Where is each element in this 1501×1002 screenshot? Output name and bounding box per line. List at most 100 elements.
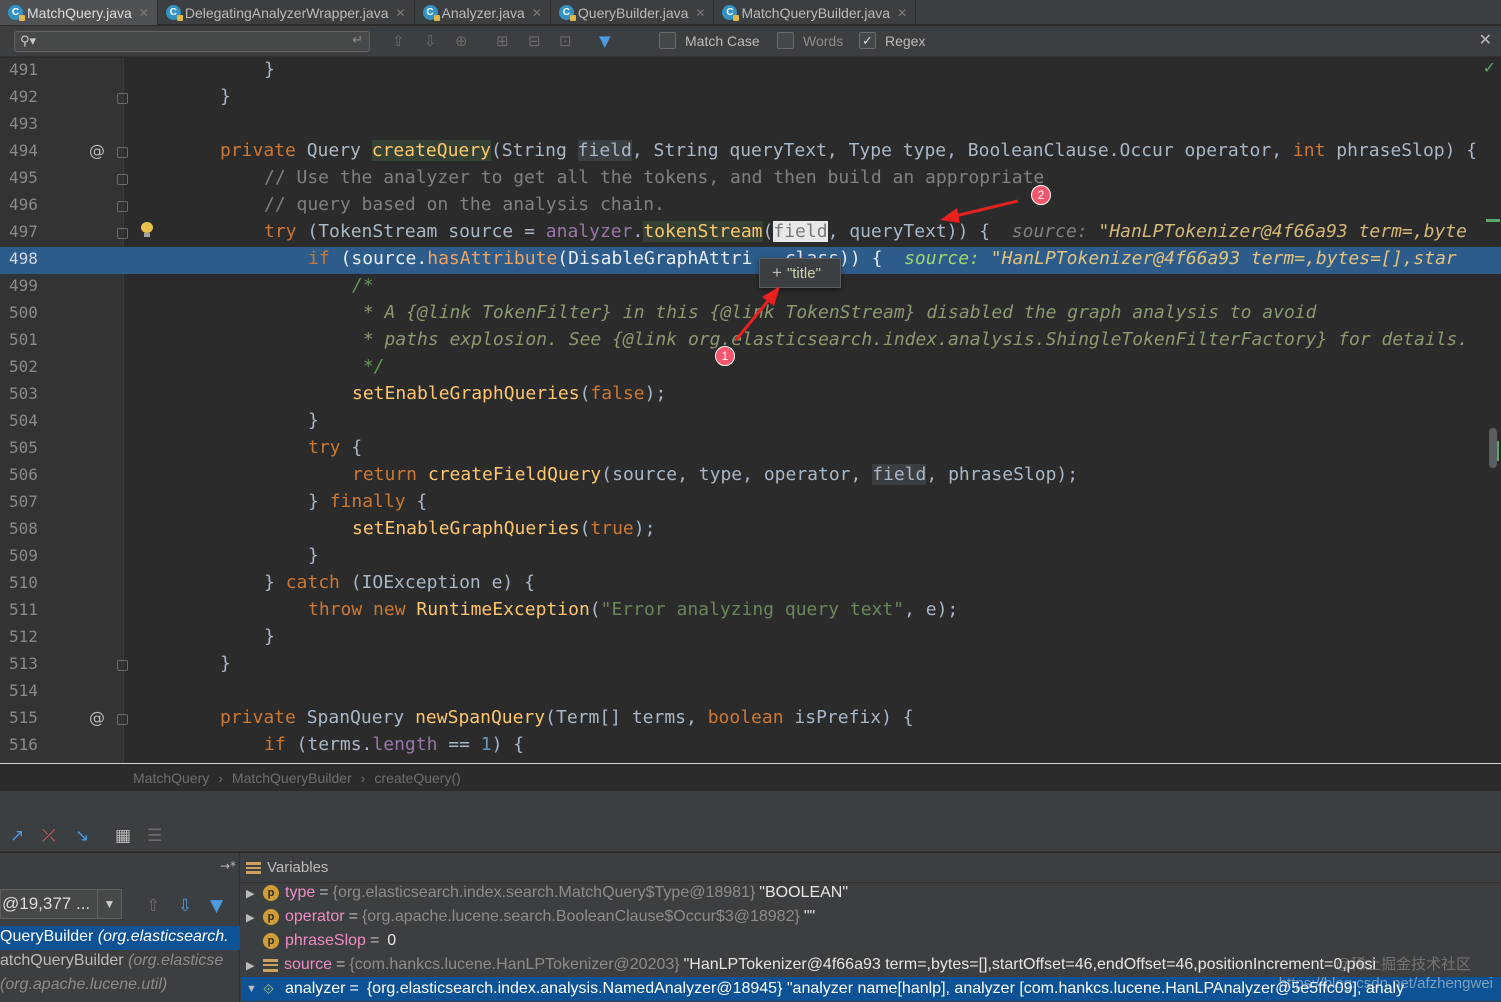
evaluate-expression-icon[interactable]: ▦ <box>115 826 131 846</box>
line-number: 512 <box>9 627 38 646</box>
step-out-icon[interactable]: ↗ <box>10 826 24 846</box>
stack-frame[interactable]: atchQueryBuilder (org.elasticse <box>0 950 240 974</box>
tab-querybuilder[interactable]: C QueryBuilder.java ✕ <box>551 0 715 25</box>
fold-marker-icon[interactable] <box>117 93 128 104</box>
trace-icon[interactable]: ☰ <box>147 826 162 846</box>
doc-comment: /* <box>352 275 374 296</box>
variable-row[interactable]: ▶ source = {com.hankcs.lucene.HanLPTokeni… <box>241 953 1501 977</box>
search-icon[interactable]: ⚲▾ <box>20 34 36 49</box>
stack-frame[interactable]: QueryBuilder (org.elasticsearch. <box>0 926 240 950</box>
variable-row[interactable]: ▶ p operator = {org.apache.lucene.search.… <box>241 905 1501 929</box>
search-field[interactable]: ⚲▾ ↵ <box>14 31 370 52</box>
search-input[interactable] <box>43 33 343 50</box>
arrow-down-icon[interactable]: ⇩ <box>178 896 192 916</box>
remove-occurrence-icon[interactable]: ⊟ <box>528 32 541 50</box>
previous-occurrence-icon[interactable]: ⇧ <box>392 32 405 50</box>
expand-arrow-icon[interactable]: ▶ <box>241 911 263 924</box>
fold-marker-icon[interactable] <box>117 174 128 185</box>
fold-marker-icon[interactable] <box>117 660 128 671</box>
frame-package: (org.elasticsearch. <box>97 928 229 945</box>
tab-delegatinganalyzerwrapper[interactable]: C DelegatingAnalyzerWrapper.java ✕ <box>158 0 415 25</box>
tab-matchquery[interactable]: C MatchQuery.java ✕ <box>0 0 158 25</box>
close-tab-icon[interactable]: ✕ <box>897 6 907 20</box>
tab-label: Analyzer.java <box>441 4 525 21</box>
close-tab-icon[interactable]: ✕ <box>139 6 149 20</box>
code-text: setEnableGraphQueries(true); <box>352 518 656 539</box>
match-case-checkbox[interactable]: Match Case <box>659 32 760 49</box>
variable-row[interactable]: ▶ p type = {org.elasticsearch.index.searc… <box>241 881 1501 905</box>
tab-matchquerybuilder[interactable]: C MatchQueryBuilder.java ✕ <box>714 0 917 25</box>
change-marker[interactable] <box>1486 219 1500 222</box>
line-number: 514 <box>9 681 38 700</box>
line-number: 498 <box>9 249 38 268</box>
java-class-icon: C <box>722 5 740 21</box>
panel-divider[interactable] <box>0 791 1501 820</box>
thread-selector[interactable]: @19,377 ... ▼ <box>0 889 122 919</box>
chevron-down-icon[interactable]: ▼ <box>97 890 121 918</box>
close-tab-icon[interactable]: ✕ <box>395 6 405 20</box>
select-all-occurrences-icon[interactable]: ⊡ <box>559 32 572 50</box>
find-all-icon[interactable]: ⊕ <box>455 32 468 50</box>
code-text: if (source.hasAttribute(DisableGraphAttr… <box>308 248 1457 269</box>
words-checkbox[interactable]: Words <box>777 32 843 49</box>
match-case-label: Match Case <box>685 32 760 49</box>
java-class-icon: C <box>165 5 183 21</box>
variable-name: analyzer <box>285 980 346 997</box>
variables-header: Variables <box>241 853 1501 883</box>
lightbulb-icon[interactable] <box>140 222 154 238</box>
variable-tooltip[interactable]: + "title" <box>759 258 841 288</box>
variable-row[interactable]: p phraseSlop = 0 <box>241 929 1501 953</box>
run-to-cursor-icon[interactable]: ↘ <box>75 826 89 846</box>
code-text: } <box>264 626 275 647</box>
code-editor[interactable]: 491 } 492 } 493 494 @ private Query crea… <box>0 58 1501 763</box>
add-occurrence-icon[interactable]: ⊞ <box>496 32 509 50</box>
fold-marker-icon[interactable] <box>117 201 128 212</box>
filter-icon[interactable]: ▼ <box>599 32 611 50</box>
close-tab-icon[interactable]: ✕ <box>532 6 542 20</box>
variable-name: type <box>285 884 316 901</box>
code-line: 509 } <box>0 544 1501 571</box>
override-annotation-icon[interactable]: @ <box>89 708 105 727</box>
code-text: setEnableGraphQueries(false); <box>352 383 667 404</box>
checkbox-box[interactable] <box>777 32 794 49</box>
breadcrumb-item[interactable]: MatchQueryBuilder <box>232 770 352 786</box>
stack-frame[interactable]: (org.apache.lucene.util) <box>0 974 240 998</box>
variables-panel: Variables ▶ p type = {org.elasticsearch.i… <box>241 853 1501 1002</box>
code-text: try { <box>308 437 363 458</box>
fold-marker-icon[interactable] <box>117 147 128 158</box>
variable-name: phraseSlop <box>285 932 366 949</box>
editor-scrollbar-thumb[interactable] <box>1489 428 1497 468</box>
code-text: } <box>308 545 319 566</box>
line-number: 509 <box>9 546 38 565</box>
arrow-up-icon[interactable]: ⇧ <box>146 896 160 916</box>
expand-arrow-icon[interactable]: ▶ <box>241 887 263 900</box>
drop-frame-icon[interactable]: ⤫ <box>42 826 56 846</box>
code-text: private SpanQuery newSpanQuery(Term[] te… <box>220 707 914 728</box>
checkbox-checked-icon[interactable]: ✓ <box>859 32 876 49</box>
line-number: 500 <box>9 303 38 322</box>
breadcrumb-item[interactable]: MatchQuery <box>133 770 209 786</box>
breadcrumb-item[interactable]: createQuery() <box>374 770 460 786</box>
expand-icon[interactable]: + <box>772 263 782 283</box>
override-annotation-icon[interactable]: @ <box>89 141 105 160</box>
restore-layout-icon[interactable]: →* <box>220 859 236 873</box>
close-tab-icon[interactable]: ✕ <box>695 6 705 20</box>
tab-analyzer[interactable]: C Analyzer.java ✕ <box>415 0 551 25</box>
fold-marker-icon[interactable] <box>117 228 128 239</box>
code-line: 513 } <box>0 652 1501 679</box>
line-number: 501 <box>9 330 38 349</box>
expand-arrow-icon[interactable]: ▶ <box>241 959 263 972</box>
newline-icon[interactable]: ↵ <box>352 33 363 48</box>
close-search-icon[interactable]: ✕ <box>1479 30 1492 49</box>
regex-checkbox[interactable]: ✓ Regex <box>859 32 925 49</box>
editor-tab-bar: C MatchQuery.java ✕ C DelegatingAnalyzer… <box>0 0 1501 25</box>
fold-marker-icon[interactable] <box>117 714 128 725</box>
line-number: 506 <box>9 465 38 484</box>
code-line: 493 <box>0 112 1501 139</box>
collapse-arrow-icon[interactable]: ▼ <box>241 983 263 995</box>
checkbox-box[interactable] <box>659 32 676 49</box>
next-occurrence-icon[interactable]: ⇩ <box>424 32 437 50</box>
filter-icon[interactable]: ▼ <box>210 896 223 916</box>
line-number: 505 <box>9 438 38 457</box>
code-comment: // query based on the analysis chain. <box>264 194 665 215</box>
